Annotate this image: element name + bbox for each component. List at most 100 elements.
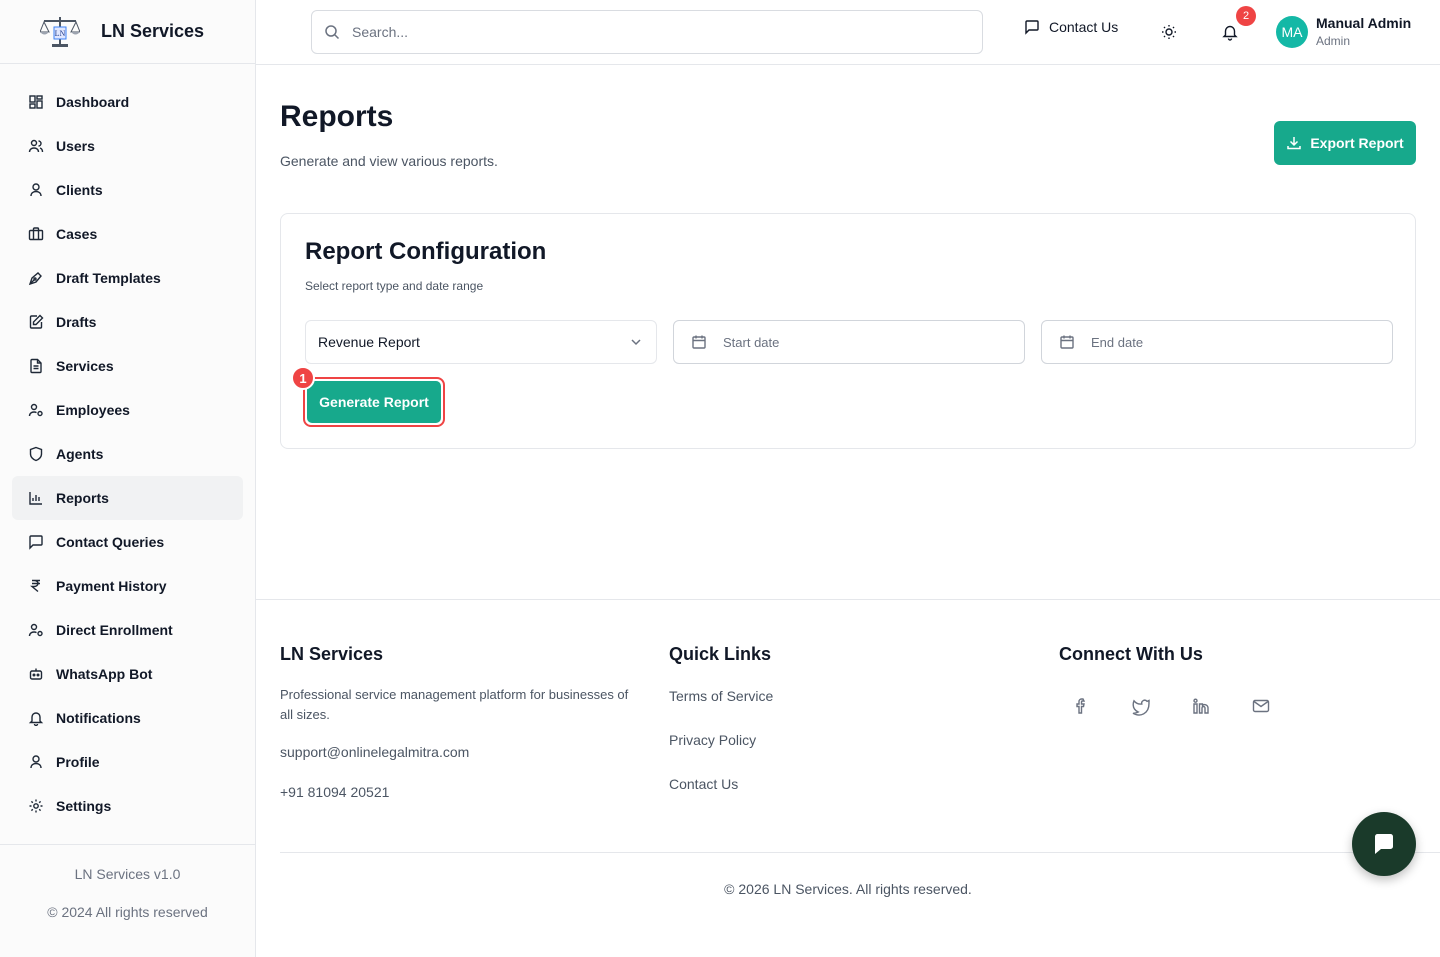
sidebar-item-clients[interactable]: Clients [12,168,243,212]
sidebar-item-agents[interactable]: Agents [12,432,243,476]
contact-us-button[interactable]: Contact Us [1024,19,1118,35]
pen-tool-icon [28,270,44,286]
calendar-icon [1060,335,1074,349]
search-icon [325,25,340,40]
search-input[interactable] [352,24,952,40]
footer-email[interactable]: support@onlinelegalmitra.com [280,744,469,760]
gear-icon [28,798,44,814]
dashboard-icon [28,94,44,110]
sidebar-item-label: Payment History [56,578,167,594]
sidebar-item-reports[interactable]: Reports [12,476,243,520]
report-configuration-card: Report Configuration Select report type … [280,213,1416,449]
page-subtitle: Generate and view various reports. [280,153,498,169]
notification-count-badge: 2 [1236,6,1256,26]
report-type-select[interactable]: Revenue Report [305,320,657,364]
sidebar-item-label: Drafts [56,314,97,330]
card-subtitle: Select report type and date range [305,279,484,293]
sidebar-item-label: Agents [56,446,104,462]
app-version: LN Services v1.0 [74,866,181,882]
step-marker-badge: 1 [291,366,315,390]
briefcase-icon [28,226,44,242]
sidebar-item-draft-templates[interactable]: Draft Templates [12,256,243,300]
chat-bubble-icon [1375,834,1393,854]
sidebar-item-label: Draft Templates [56,270,161,286]
sidebar-item-label: Cases [56,226,98,242]
sidebar-item-settings[interactable]: Settings [12,784,243,828]
export-report-label: Export Report [1310,135,1404,151]
sidebar-nav: Dashboard Users Clients Cases Draft Temp… [0,64,255,828]
footer-description: Professional service management platform… [280,687,629,722]
bell-icon[interactable] [1221,23,1239,41]
sidebar-item-label: Clients [56,182,103,198]
sidebar-item-employees[interactable]: Employees [12,388,243,432]
download-icon [1287,137,1302,150]
report-type-value: Revenue Report [318,334,420,350]
sidebar-item-drafts[interactable]: Drafts [12,300,243,344]
sidebar-item-cases[interactable]: Cases [12,212,243,256]
sidebar-item-payment-history[interactable]: Payment History [12,564,243,608]
end-date-placeholder: End date [1091,334,1144,350]
sidebar-item-services[interactable]: Services [12,344,243,388]
footer-phone[interactable]: +91 81094 20521 [280,784,389,800]
top-header: Contact Us 2 MA Manual Admin Admin [256,0,1440,65]
start-date-placeholder: Start date [723,334,780,350]
user-name[interactable]: Manual Admin [1316,15,1411,31]
footer-copyright: © 2026 LN Services. All rights reserved. [724,881,972,897]
sidebar: LN LN Services Dashboard Users Clients C… [0,0,256,957]
generate-report-button[interactable]: Generate Report [307,381,441,423]
page-title: Reports [280,100,394,133]
sidebar-item-notifications[interactable]: Notifications [12,696,243,740]
terms-of-service-link[interactable]: Terms of Service [669,688,773,704]
contact-us-link[interactable]: Contact Us [669,776,738,792]
brand-name: LN Services [101,21,205,41]
user-role: Admin [1316,34,1351,48]
sidebar-item-dashboard[interactable]: Dashboard [12,80,243,124]
sidebar-item-whatsapp-bot[interactable]: WhatsApp Bot [12,652,243,696]
bot-icon [28,666,44,682]
sidebar-item-label: WhatsApp Bot [56,666,153,682]
brand[interactable]: LN LN Services [0,0,255,64]
start-date-picker[interactable]: Start date [673,320,1025,364]
sidebar-item-label: Services [56,358,114,374]
message-square-icon [1025,20,1039,35]
user-icon [28,182,44,198]
rupee-icon [28,578,44,594]
sidebar-item-label: Profile [56,754,100,770]
edit-file-icon [28,314,44,330]
export-report-button[interactable]: Export Report [1274,121,1416,165]
sidebar-item-users[interactable]: Users [12,124,243,168]
sidebar-item-label: Contact Queries [56,534,165,550]
facebook-icon[interactable] [1069,694,1093,718]
sidebar-item-label: Dashboard [56,94,130,110]
bar-chart-icon [28,490,44,506]
chat-button[interactable] [1352,812,1416,876]
chevron-down-icon [631,339,641,346]
sidebar-item-label: Employees [56,402,130,418]
privacy-policy-link[interactable]: Privacy Policy [669,732,756,748]
shield-icon [28,446,44,462]
linkedin-icon[interactable] [1189,694,1213,718]
message-square-icon [28,534,44,550]
twitter-icon[interactable] [1129,694,1153,718]
theme-toggle-sun-icon[interactable] [1160,23,1178,41]
sidebar-item-contact-queries[interactable]: Contact Queries [12,520,243,564]
user-icon [28,754,44,770]
avatar[interactable]: MA [1276,16,1308,48]
sidebar-item-direct-enrollment[interactable]: Direct Enrollment [12,608,243,652]
sidebar-copyright: © 2024 All rights reserved [47,904,208,920]
mail-icon[interactable] [1249,694,1273,718]
contact-us-label: Contact Us [1049,19,1119,35]
footer-brand-title: LN Services [280,644,384,664]
sidebar-item-label: Notifications [56,710,141,726]
sidebar-item-profile[interactable]: Profile [12,740,243,784]
connect-title: Connect With Us [1059,644,1203,664]
sidebar-item-label: Users [56,138,95,154]
calendar-icon [692,335,706,349]
sidebar-item-label: Direct Enrollment [56,622,173,638]
card-title: Report Configuration [305,238,547,265]
sidebar-item-label: Reports [56,490,109,506]
search-box[interactable] [311,10,983,54]
user-cog-icon [28,622,44,638]
footer-divider [280,852,1440,853]
end-date-picker[interactable]: End date [1041,320,1393,364]
